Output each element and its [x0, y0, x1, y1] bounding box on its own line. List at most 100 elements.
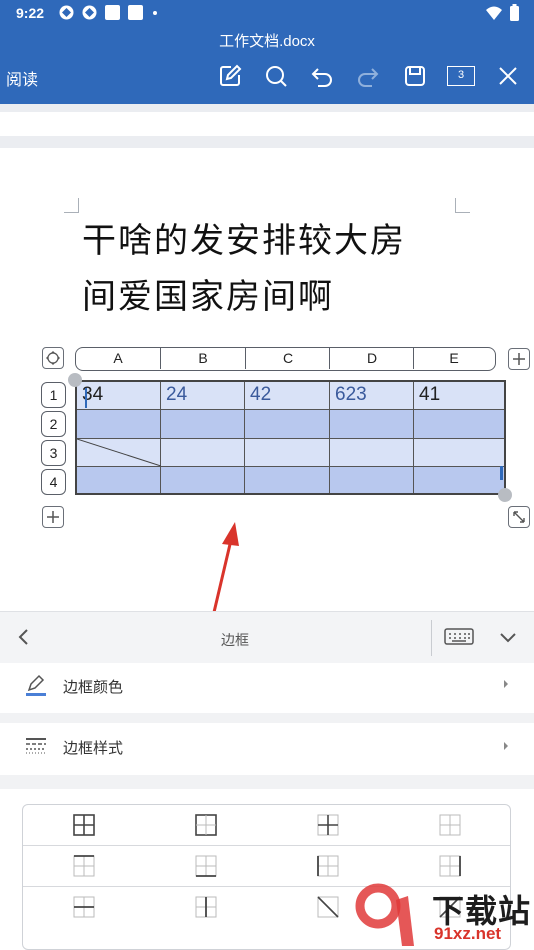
document-table[interactable]: 34 24 42 623 41: [75, 380, 506, 495]
bottom-border-icon[interactable]: [195, 855, 217, 877]
status-notification-icons: [58, 4, 160, 21]
row-header[interactable]: 3: [41, 440, 66, 466]
resize-table-button[interactable]: [508, 506, 530, 528]
document-title: 工作文档.docx: [219, 33, 315, 50]
diagonal-border-line: [77, 439, 161, 467]
table-cell[interactable]: 41: [414, 382, 504, 410]
table-cell[interactable]: [414, 439, 504, 467]
table-cell[interactable]: 24: [161, 382, 245, 410]
column-header[interactable]: C: [246, 348, 330, 369]
redo-icon: [358, 68, 379, 87]
table-cell[interactable]: [77, 467, 161, 493]
collapse-panel-button[interactable]: [498, 628, 518, 652]
table-cell[interactable]: [161, 410, 245, 439]
selection-end-handle[interactable]: [498, 488, 512, 502]
inside-horizontal-border-icon[interactable]: [73, 896, 95, 918]
text-line: 干啥的发安排较大房: [82, 221, 406, 261]
page-count: 3: [457, 69, 465, 81]
search-button[interactable]: [260, 60, 292, 92]
pen-color-icon: [26, 674, 46, 696]
watermark-logo: 下载站 91xz.net: [352, 880, 534, 950]
section-divider: [0, 775, 534, 789]
table-cell[interactable]: [161, 439, 245, 467]
selection-marker: [500, 466, 503, 480]
table-cell[interactable]: [414, 467, 504, 493]
column-header[interactable]: A: [76, 348, 160, 369]
selection-start-handle[interactable]: [68, 373, 82, 387]
watermark-sub: 91xz.net: [434, 924, 502, 943]
margin-corner: [455, 198, 470, 213]
chevron-right-icon: [504, 742, 508, 750]
undo-icon: [311, 68, 332, 87]
watermark-mark: [355, 883, 414, 946]
outer-borders-icon[interactable]: [195, 814, 217, 836]
save-button[interactable]: [399, 60, 431, 92]
table-cell[interactable]: 42: [245, 382, 330, 410]
top-border-icon[interactable]: [73, 855, 95, 877]
chevron-right-icon: [504, 680, 508, 688]
table-cell[interactable]: 623: [330, 382, 414, 410]
table-cell-diagonal[interactable]: [77, 439, 161, 467]
table-cell[interactable]: [245, 439, 330, 467]
table-cell[interactable]: [245, 410, 330, 439]
read-mode-button[interactable]: 阅读: [6, 66, 38, 90]
column-header[interactable]: B: [161, 348, 245, 369]
left-border-icon[interactable]: [317, 855, 339, 877]
add-column-button[interactable]: [508, 348, 530, 370]
previous-page-edge: [0, 112, 534, 136]
table-cell[interactable]: [245, 467, 330, 493]
undo-button[interactable]: [306, 60, 338, 92]
notification-icon: [82, 5, 97, 20]
line-style-icon: [26, 738, 46, 754]
notification-icon: [128, 5, 143, 20]
table-cell[interactable]: [414, 410, 504, 439]
margin-corner: [64, 198, 79, 213]
table-cell[interactable]: [330, 439, 414, 467]
section-divider: [0, 713, 534, 723]
column-header[interactable]: E: [414, 348, 494, 369]
edit-icon: [220, 64, 242, 86]
notification-icon: [105, 5, 120, 20]
row-header[interactable]: 2: [41, 411, 66, 437]
status-system-icons: [485, 4, 520, 22]
notification-icon: [59, 5, 74, 20]
table-cell[interactable]: [77, 410, 161, 439]
plus-icon: [47, 511, 59, 523]
right-border-icon[interactable]: [439, 855, 461, 877]
battery-icon: [510, 4, 519, 21]
dot-icon: [153, 11, 157, 15]
inside-vertical-border-icon[interactable]: [195, 896, 217, 918]
option-label: 边框颜色: [63, 678, 124, 696]
row-header[interactable]: 1: [41, 382, 66, 408]
save-icon: [405, 66, 425, 86]
page-count-icon: 3: [447, 66, 475, 86]
document-body-text[interactable]: 干啥的发安排较大房 间爱国家房间啊: [82, 213, 482, 325]
border-color-option[interactable]: 边框颜色: [0, 663, 534, 715]
table-move-button[interactable]: [42, 347, 64, 369]
text-line: 间爱国家房间啊: [82, 277, 334, 317]
column-header[interactable]: D: [330, 348, 414, 369]
resize-icon: [513, 511, 525, 523]
table-cell[interactable]: [330, 410, 414, 439]
close-icon: [499, 67, 517, 85]
page-count-button[interactable]: 3: [445, 60, 477, 92]
table-cell[interactable]: [161, 467, 245, 493]
plus-icon: [513, 353, 525, 365]
add-row-button[interactable]: [42, 506, 64, 528]
inner-borders-icon[interactable]: [317, 814, 339, 836]
close-button[interactable]: [492, 60, 524, 92]
option-label: 边框样式: [63, 739, 124, 757]
column-header-bar: A B C D E: [75, 347, 496, 371]
all-borders-icon[interactable]: [73, 814, 95, 836]
row-header[interactable]: 4: [41, 469, 66, 495]
app-header: 9:22 工作文档.docx 阅读 3: [0, 0, 534, 104]
diagonal-down-border-icon[interactable]: [317, 896, 339, 918]
table-cell[interactable]: [330, 467, 414, 493]
edit-button[interactable]: [214, 60, 246, 92]
no-borders-icon[interactable]: [439, 814, 461, 836]
redo-button[interactable]: [352, 60, 384, 92]
table-cell[interactable]: 34: [77, 382, 161, 410]
text-cursor: [85, 388, 87, 408]
search-icon: [266, 66, 287, 87]
border-style-option[interactable]: 边框样式: [0, 723, 534, 775]
